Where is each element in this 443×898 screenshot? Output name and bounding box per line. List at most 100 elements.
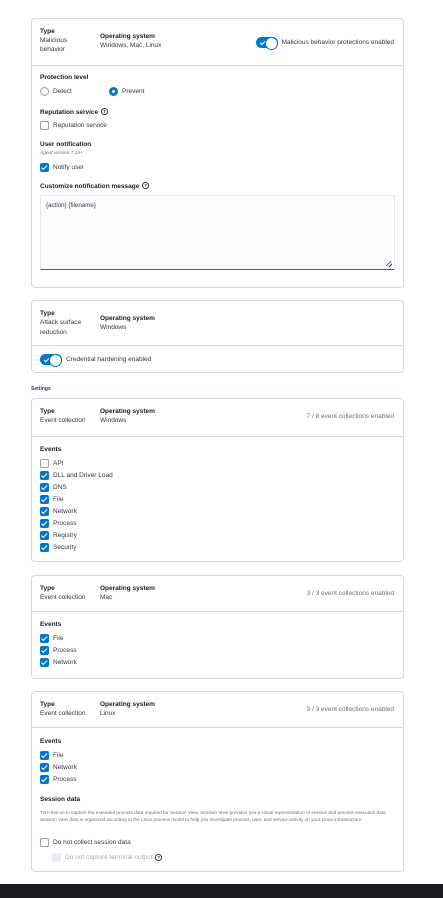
event-label: API [53,460,64,467]
checkbox-checked-icon[interactable] [40,471,49,480]
event-label: Network [53,508,77,515]
help-icon[interactable]: ? [142,182,149,189]
type-value-2: reduction [40,329,67,336]
credential-hardening-toggle[interactable] [40,354,62,367]
checkbox-checked-icon[interactable] [40,483,49,492]
prevent-label: Prevent [122,88,145,95]
event-label: Process [53,647,77,654]
events-heading: Events [40,621,62,628]
resize-handle-icon[interactable] [386,261,392,267]
event-checkbox-dll-and-driver-load[interactable]: DLL and Driver Load [40,471,113,480]
no-terminal-output-label: Do not capture terminal output [65,854,153,861]
radio-selected-icon[interactable] [109,87,118,96]
event-label: Security [53,544,77,551]
os-label: Operating system [100,315,155,322]
radio-icon[interactable] [40,87,49,96]
event-checkbox-dns[interactable]: DNS [40,483,67,492]
event-label: File [53,496,64,503]
type-label: Type [40,701,55,708]
event-checkbox-network[interactable]: Network [40,658,77,667]
help-icon[interactable]: ? [155,854,162,861]
detect-radio[interactable]: Detect [40,87,72,96]
toggle-label: Malicious behavior protections enabled [281,39,394,46]
malicious-protection-toggle-row[interactable]: Malicious behavior protections enabled [255,37,394,50]
os-value: Windows, Mac, Linux [100,42,162,49]
checkbox-unchecked-icon[interactable] [40,838,49,847]
mac-events-card: Type Event collection Operating system M… [31,575,404,679]
type-value-2: behavior [40,46,65,53]
no-session-data-checkbox[interactable]: Do not collect session data [40,838,131,847]
session-data-heading: Session data [40,796,81,803]
type-label: Type [40,585,55,592]
os-value: Windows [100,417,127,424]
event-checkbox-file[interactable]: File [40,751,63,760]
event-label: Network [53,659,77,666]
os-value: Linux [100,710,116,717]
event-checkbox-registry[interactable]: Registry [40,531,77,540]
event-label: File [53,635,64,642]
checkbox-checked-icon[interactable] [40,646,49,655]
os-label: Operating system [100,585,155,592]
event-label: DNS [53,484,67,491]
bottom-bar [0,884,443,898]
event-label: File [53,752,64,759]
event-label: Registry [53,532,77,539]
help-icon[interactable]: ? [101,108,108,115]
reputation-heading: Reputation service? [40,108,108,116]
checkbox-checked-icon[interactable] [40,775,49,784]
event-checkbox-process[interactable]: Process [40,775,76,784]
attack-surface-card: Type Attack surface reduction Operating … [31,300,404,373]
event-checkbox-security[interactable]: Security [40,543,76,552]
settings-label: Settings [31,386,51,392]
checkbox-disabled-icon [52,853,61,862]
prevent-radio[interactable]: Prevent [109,87,144,96]
event-checkbox-network[interactable]: Network [40,763,77,772]
checkbox-checked-icon[interactable] [40,519,49,528]
checkbox-checked-icon[interactable] [40,543,49,552]
card-header: Type Event collection Operating system W… [32,399,403,437]
event-checkbox-file[interactable]: File [40,634,63,643]
no-terminal-output-checkbox: Do not capture terminal output? [52,853,162,862]
customize-message-heading: Customize notification message? [40,182,149,190]
checkbox-unchecked-icon[interactable] [40,121,49,130]
notify-user-checkbox[interactable]: Notify user [40,163,84,172]
notification-message-textarea[interactable]: {action} {filename} [40,195,395,270]
checkbox-checked-icon[interactable] [40,495,49,504]
type-value: Attack surface [40,319,82,326]
no-session-data-label: Do not collect session data [53,839,131,846]
event-checkbox-process[interactable]: Process [40,646,76,655]
credential-hardening-toggle-row[interactable]: Credential hardening enabled [40,354,152,367]
detect-label: Detect [53,88,72,95]
checkbox-checked-icon[interactable] [40,763,49,772]
session-data-description: Turn this on to capture the extended pro… [40,810,387,823]
events-heading: Events [40,446,62,453]
event-checkbox-api[interactable]: API [40,459,63,468]
card-header: Type Attack surface reduction Operating … [32,301,403,346]
event-collections-status: 7 / 8 event collections enabled [306,413,394,420]
event-checkbox-process[interactable]: Process [40,519,76,528]
type-label: Type [40,310,55,317]
reputation-checkbox[interactable]: Reputation service [40,121,107,130]
checkbox-checked-icon[interactable] [40,163,49,172]
event-checkbox-network[interactable]: Network [40,507,77,516]
checkbox-checked-icon[interactable] [40,658,49,667]
card-header: Type Malicious behavior Operating system… [32,19,403,66]
linux-events-card: Type Event collection Operating system L… [31,691,404,872]
checkbox-checked-icon[interactable] [40,507,49,516]
os-value: Windows [100,324,127,331]
type-value: Event collection [40,594,86,601]
card-header: Type Event collection Operating system M… [32,576,403,612]
type-label: Type [40,408,55,415]
malicious-protection-toggle[interactable] [255,37,278,50]
checkbox-checked-icon[interactable] [40,634,49,643]
event-label: DLL and Driver Load [53,472,113,479]
checkbox-checked-icon[interactable] [40,531,49,540]
event-checkbox-file[interactable]: File [40,495,63,504]
checkbox-unchecked-icon[interactable] [40,459,49,468]
events-heading: Events [40,738,62,745]
toggle-label: Credential hardening enabled [66,356,152,363]
protection-level-heading: Protection level [40,74,89,81]
agent-version-note: Agent version 7.15+ [40,151,83,156]
windows-events-card: Type Event collection Operating system W… [31,398,404,562]
checkbox-checked-icon[interactable] [40,751,49,760]
